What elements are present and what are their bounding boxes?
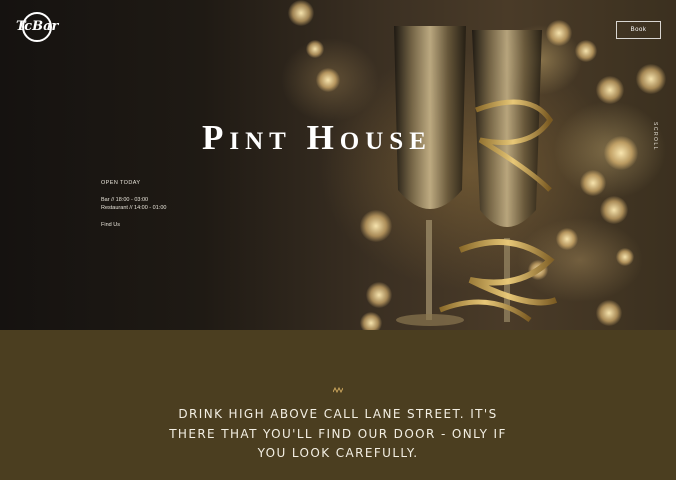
intro-tagline: DRINK HIGH ABOVE CALL LANE STREET. IT'S … (169, 407, 507, 460)
bokeh-light (636, 64, 666, 94)
bokeh-light (600, 196, 628, 224)
page-title: Pint House (202, 118, 432, 157)
bokeh-light (596, 300, 622, 326)
bokeh-light (575, 40, 597, 62)
bokeh-light (306, 40, 324, 58)
book-button[interactable]: Book (616, 21, 661, 39)
bokeh-light (616, 248, 634, 266)
champagne-glasses-image (394, 26, 558, 326)
hero-section: TcBar Book Pint House OPEN TODAY Bar // … (0, 0, 676, 330)
bokeh-light (580, 170, 606, 196)
bokeh-light (596, 76, 624, 104)
bokeh-light (316, 68, 340, 92)
site-logo[interactable]: TcBar (16, 12, 58, 46)
bar-hours: Bar // 18:00 - 03:00 (101, 197, 149, 203)
bokeh-light (604, 136, 638, 170)
find-us-link[interactable]: Find Us (101, 221, 166, 229)
wave-icon (333, 387, 343, 393)
bokeh-light (288, 0, 314, 26)
scroll-indicator[interactable]: SCROLL (646, 122, 658, 152)
logo-text: TcBar (16, 19, 59, 34)
opening-hours-title: OPEN TODAY (101, 180, 141, 186)
bokeh-light (360, 312, 382, 330)
restaurant-hours: Restaurant // 14:00 - 01:00 (101, 205, 167, 211)
opening-hours: OPEN TODAY Bar // 18:00 - 03:00 Restaura… (101, 179, 166, 229)
